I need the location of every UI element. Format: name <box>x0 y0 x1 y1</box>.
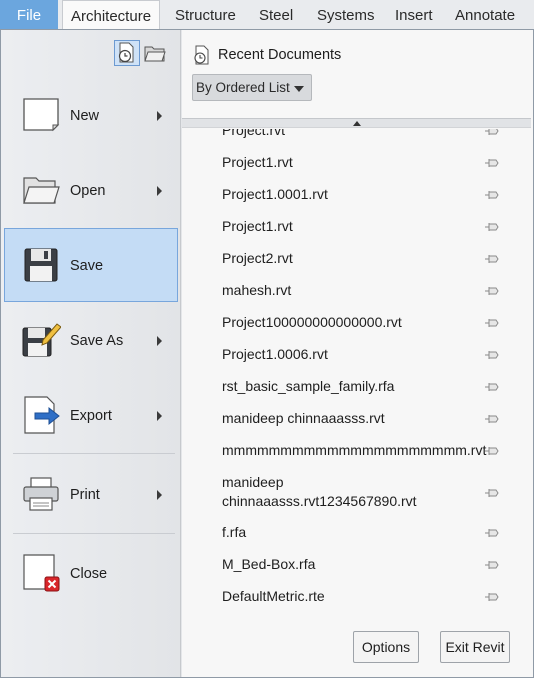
pin-icon[interactable] <box>484 527 500 539</box>
recent-document-item[interactable]: DefaultMetric.rte <box>222 587 522 606</box>
recent-document-item[interactable]: mmmmmmmmmmmmmmmmmmmmm.rvt <box>222 441 522 460</box>
menu-item-close[interactable]: Close <box>4 536 178 610</box>
menu-item-label: Export <box>70 408 112 424</box>
recent-document-item[interactable]: M_Bed-Box.rfa <box>222 555 522 574</box>
recent-document-item[interactable]: Project1.rvt <box>222 153 522 172</box>
menu-item-export[interactable]: Export <box>4 378 178 452</box>
pin-icon[interactable] <box>484 445 500 457</box>
recent-document-item[interactable]: Project1.0006.rvt <box>222 345 522 364</box>
recent-documents-pane: Recent Documents By Ordered List Project… <box>182 30 533 677</box>
recent-document-item[interactable]: Project100000000000000.rvt <box>222 313 522 332</box>
recent-documents-icon <box>118 42 134 63</box>
menu-item-label: Save As <box>70 333 124 349</box>
close-document-icon <box>23 554 60 592</box>
pin-icon[interactable] <box>484 157 500 169</box>
open-documents-icon <box>144 46 166 62</box>
menu-item-label: Open <box>70 183 106 199</box>
recent-documents-icon <box>194 45 209 65</box>
menu-item-label: Save <box>70 258 104 274</box>
exit-revit-button[interactable]: Exit Revit <box>440 631 510 663</box>
pin-icon[interactable] <box>484 559 500 571</box>
recent-document-item[interactable]: mahesh.rvt <box>222 281 522 300</box>
recent-documents-list: Project.rvt Project1.rvt Project1.0001.rvt… <box>182 129 531 619</box>
export-arrow-icon <box>24 396 60 434</box>
open-folder-icon <box>23 177 60 204</box>
pin-icon[interactable] <box>484 317 500 329</box>
menu-separator <box>13 453 175 454</box>
tab-file[interactable]: File <box>0 0 58 30</box>
menu-item-save-as[interactable]: Save As <box>4 303 178 377</box>
recent-document-item[interactable]: Project1.0001.rvt <box>222 185 522 204</box>
menu-item-open[interactable]: Open <box>4 153 178 227</box>
pin-icon[interactable] <box>484 487 500 499</box>
menu-item-label: New <box>70 108 100 124</box>
sort-order-value: By Ordered List <box>196 80 290 95</box>
pin-icon[interactable] <box>484 285 500 297</box>
submenu-arrow-icon <box>157 336 162 346</box>
recent-document-item[interactable]: rst_basic_sample_family.rfa <box>222 377 522 396</box>
pin-icon[interactable] <box>484 349 500 361</box>
tab-structure[interactable]: Structure <box>167 0 244 30</box>
printer-icon <box>23 477 59 511</box>
sort-order-dropdown[interactable]: By Ordered List <box>192 74 312 101</box>
recent-document-item[interactable]: Project2.rvt <box>222 249 522 268</box>
pin-icon[interactable] <box>484 591 500 603</box>
recent-documents-button[interactable] <box>114 40 140 66</box>
recent-document-item[interactable]: Project1.rvt <box>222 217 522 236</box>
pin-icon[interactable] <box>484 189 500 201</box>
tab-annotate[interactable]: Annotate <box>447 0 523 30</box>
submenu-arrow-icon <box>157 490 162 500</box>
tab-systems[interactable]: Systems <box>309 0 383 30</box>
list-scroll-up-button[interactable] <box>182 118 531 128</box>
menu-item-label: Print <box>70 487 100 503</box>
menu-item-print[interactable]: Print <box>4 457 178 531</box>
recent-document-item[interactable]: Project.rvt <box>222 129 522 140</box>
tab-architecture[interactable]: Architecture <box>62 0 161 31</box>
recent-documents-title: Recent Documents <box>218 47 342 63</box>
menu-item-save[interactable]: Save <box>4 228 178 302</box>
save-as-pencil-icon <box>22 323 61 357</box>
open-documents-button[interactable] <box>142 40 168 66</box>
pin-icon[interactable] <box>484 413 500 425</box>
tab-insert[interactable]: Insert <box>387 0 441 30</box>
pin-icon[interactable] <box>484 253 500 265</box>
pin-icon[interactable] <box>484 129 500 137</box>
new-document-icon <box>23 98 60 132</box>
submenu-arrow-icon <box>157 186 162 196</box>
pin-icon[interactable] <box>484 381 500 393</box>
menu-item-label: Close <box>70 566 108 582</box>
ribbon-tab-bar: File Architecture Structure Steel System… <box>0 0 534 31</box>
chevron-up-icon <box>353 121 361 126</box>
chevron-down-icon <box>294 86 304 92</box>
menu-item-new[interactable]: New <box>4 78 178 152</box>
options-button[interactable]: Options <box>353 631 419 663</box>
submenu-arrow-icon <box>157 111 162 121</box>
menu-commands-pane: New Open Save Save As Export Print Close <box>1 30 181 677</box>
submenu-arrow-icon <box>157 411 162 421</box>
pin-icon[interactable] <box>484 221 500 233</box>
tab-steel[interactable]: Steel <box>251 0 301 30</box>
recent-document-item[interactable]: f.rfa <box>222 523 522 542</box>
application-menu: New Open Save Save As Export Print Close… <box>0 29 534 678</box>
recent-document-item[interactable]: manideep chinnaaasss.rvt1234567890.rvt <box>222 473 472 511</box>
recent-document-item[interactable]: manideep chinnaaasss.rvt <box>222 409 522 428</box>
menu-separator <box>13 533 175 534</box>
floppy-disk-icon <box>24 248 58 282</box>
